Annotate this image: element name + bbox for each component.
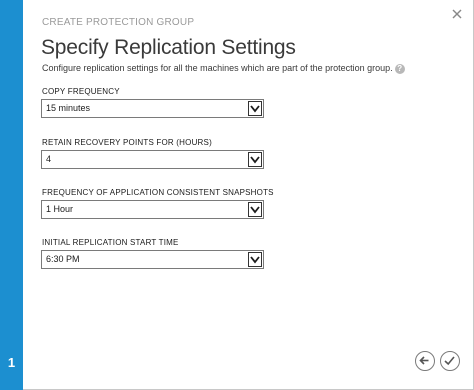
chevron-down-icon (248, 252, 262, 267)
retain-recovery-points-value: 4 (46, 154, 52, 164)
back-button[interactable] (415, 351, 435, 371)
chevron-down-icon (248, 202, 262, 217)
snapshot-frequency-select[interactable]: 1 Hour (41, 200, 264, 219)
wizard-dialog: 1 CREATE PROTECTION GROUP Specify Replic… (0, 0, 474, 390)
page-subtitle: Configure replication settings for all t… (42, 63, 405, 74)
initial-replication-start-time-value: 6:30 PM (46, 254, 80, 264)
subtitle-text: Configure replication settings for all t… (42, 63, 393, 73)
close-icon (452, 9, 462, 19)
step-number: 1 (7, 355, 16, 370)
copy-frequency-label: COPY FREQUENCY (42, 87, 120, 96)
wizard-step-rail (0, 0, 23, 390)
wizard-eyebrow: CREATE PROTECTION GROUP (42, 17, 195, 28)
chevron-down-icon (248, 152, 262, 167)
close-button[interactable] (449, 6, 465, 22)
initial-replication-start-time-label: INITIAL REPLICATION START TIME (42, 238, 179, 247)
copy-frequency-select[interactable]: 15 minutes (41, 99, 264, 118)
snapshot-frequency-label: FREQUENCY OF APPLICATION CONSISTENT SNAP… (42, 188, 274, 197)
snapshot-frequency-value: 1 Hour (46, 204, 74, 214)
copy-frequency-value: 15 minutes (46, 103, 91, 113)
page-title: Specify Replication Settings (41, 36, 296, 59)
finish-button[interactable] (440, 351, 460, 371)
checkmark-icon (444, 356, 455, 366)
chevron-down-icon (248, 101, 262, 116)
initial-replication-start-time-select[interactable]: 6:30 PM (41, 250, 264, 269)
back-arrow-icon (419, 356, 429, 365)
retain-recovery-points-select[interactable]: 4 (41, 150, 264, 169)
retain-recovery-points-label: RETAIN RECOVERY POINTS FOR (HOURS) (42, 138, 212, 147)
help-icon[interactable]: ? (394, 63, 405, 74)
